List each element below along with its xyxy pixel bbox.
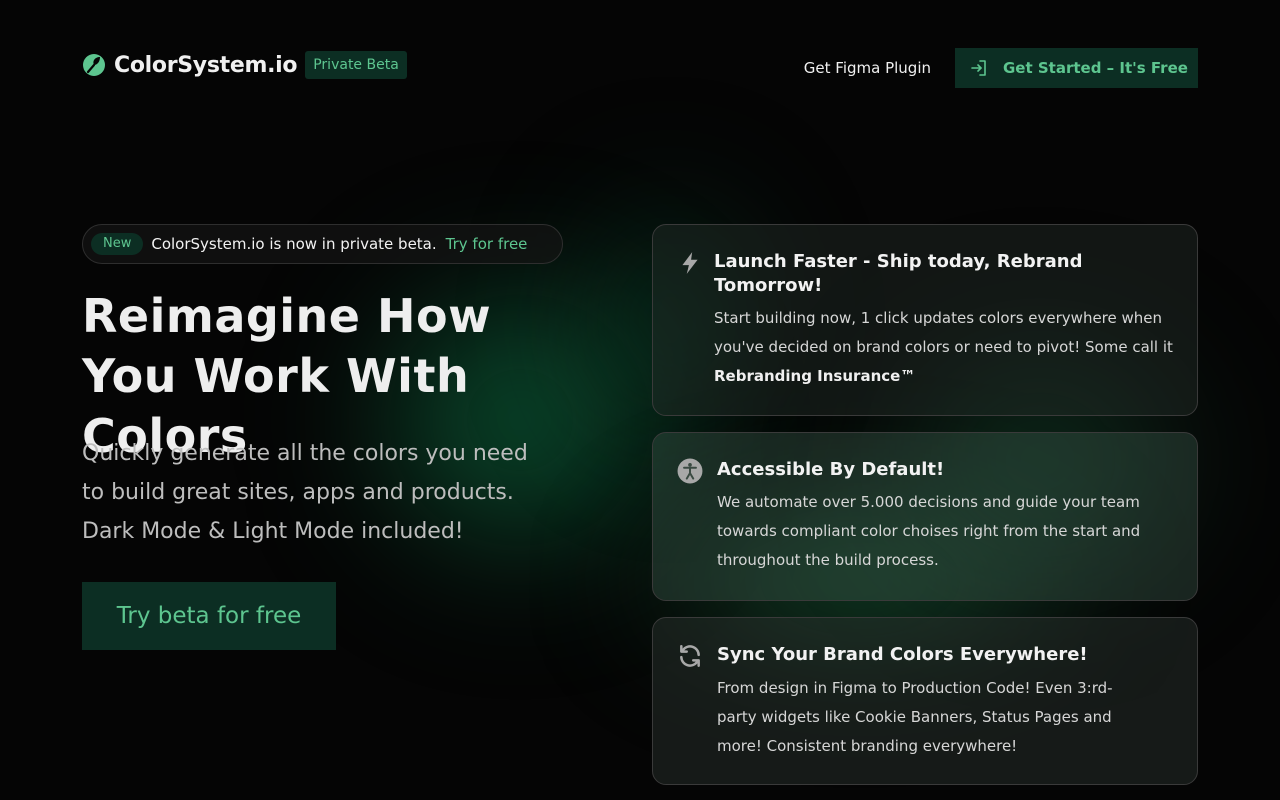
- feature-card-launch-faster: Launch Faster - Ship today, Rebrand Tomo…: [652, 224, 1198, 416]
- feature-body: From design in Figma to Production Code!…: [717, 679, 1113, 755]
- sign-in-icon: [971, 60, 986, 76]
- rebranding-insurance-text: Rebranding Insurance™: [714, 367, 916, 385]
- private-beta-badge: Private Beta: [305, 51, 407, 79]
- announcement-text: ColorSystem.io is now in private beta.: [151, 235, 437, 253]
- lightning-icon: [682, 252, 698, 274]
- top-nav: Get Figma Plugin Get Started – It's Free: [804, 48, 1198, 88]
- get-figma-plugin-link[interactable]: Get Figma Plugin: [804, 59, 931, 77]
- feature-body: We automate over 5.000 decisions and gui…: [717, 493, 1141, 569]
- try-beta-button[interactable]: Try beta for free: [82, 582, 336, 650]
- brand-name: ColorSystem.io: [114, 52, 298, 78]
- site-header: ColorSystem.io Private Beta Get Figma Pl…: [82, 48, 1198, 88]
- feature-card-accessible: Accessible By Default! We automate over …: [652, 432, 1198, 601]
- get-started-label: Get Started – It's Free: [1003, 59, 1188, 77]
- new-badge: New: [91, 233, 144, 255]
- feature-title: Accessible By Default!: [717, 459, 945, 480]
- announcement-bar: New ColorSystem.io is now in private bet…: [82, 224, 563, 264]
- hero-subtitle: Quickly generate all the colors you need…: [82, 441, 528, 544]
- brand-logo[interactable]: ColorSystem.io Private Beta: [82, 50, 407, 80]
- feature-title: Sync Your Brand Colors Everywhere!: [717, 644, 1088, 665]
- logo-icon: [83, 54, 105, 76]
- feature-title: Launch Faster - Ship today, Rebrand Tomo…: [714, 251, 1083, 296]
- get-started-button[interactable]: Get Started – It's Free: [955, 48, 1198, 88]
- sync-icon: [680, 645, 700, 667]
- feature-card-sync: Sync Your Brand Colors Everywhere! From …: [652, 617, 1198, 785]
- feature-body: Start building now, 1 click updates colo…: [714, 309, 1173, 385]
- accessibility-icon: [677, 458, 703, 484]
- try-for-free-link[interactable]: Try for free: [446, 235, 528, 253]
